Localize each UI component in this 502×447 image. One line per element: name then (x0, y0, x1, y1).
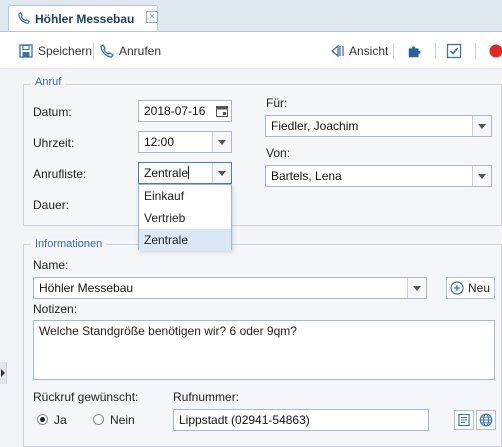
call-list-value: Zentrale (144, 166, 189, 180)
plugin-button[interactable] (407, 43, 423, 59)
anruf-group (23, 84, 502, 226)
call-label: Anrufen (119, 44, 162, 58)
red-circle-icon (489, 44, 502, 58)
save-button[interactable]: Speichern (18, 43, 92, 59)
phone-label: Rufnummer: (173, 390, 240, 404)
puzzle-icon (408, 46, 421, 58)
chevron-down-icon[interactable] (472, 116, 491, 136)
option-einkauf[interactable]: Einkauf (139, 185, 231, 207)
radio-yes[interactable] (37, 414, 48, 425)
document-icon (458, 413, 470, 427)
checkbox-icon (446, 43, 462, 59)
call-list-dropdown: Einkauf Vertrieb Zentrale (138, 184, 232, 251)
chevron-down-icon[interactable] (472, 166, 491, 186)
toolbar-divider (435, 43, 436, 59)
toolbar-divider (93, 43, 94, 59)
toolbar-divider (393, 43, 394, 59)
duration-label: Dauer: (33, 198, 70, 212)
time-label: Uhrzeit: (33, 136, 75, 150)
phone-value: Lippstadt (02941-54863) (179, 413, 310, 427)
phone-icon (100, 44, 114, 58)
for-select[interactable]: Fiedler, Joachim (265, 115, 492, 137)
new-button-label: Neu (468, 281, 491, 295)
info-legend: Informationen (31, 238, 107, 250)
toolbar: Speichern Anrufen Ansicht (0, 32, 502, 69)
for-value: Fiedler, Joachim (271, 119, 359, 133)
notes-value: Welche Standgröße benötigen wir? 6 oder … (39, 324, 297, 338)
tab-hoehler-messebau[interactable]: Höhler Messebau × (8, 5, 158, 31)
from-select[interactable]: Bartels, Lena (265, 165, 492, 187)
time-value: 12:00 (144, 135, 175, 149)
tab-strip: Höhler Messebau × (0, 0, 502, 32)
from-value: Bartels, Lena (271, 169, 342, 183)
chevron-down-icon[interactable] (212, 132, 231, 152)
name-label: Name: (33, 258, 69, 272)
notes-textarea[interactable]: Welche Standgröße benötigen wir? 6 oder … (33, 320, 495, 380)
globe-icon (479, 413, 493, 427)
radio-yes-label: Ja (54, 413, 67, 427)
date-value: 2018-07-16 (144, 104, 206, 118)
date-field[interactable]: 2018-07-16 (138, 100, 232, 122)
phone-icon (18, 11, 31, 24)
from-label: Von: (266, 146, 291, 160)
delete-button[interactable] (488, 43, 502, 59)
chevron-down-icon[interactable] (212, 163, 231, 183)
tab-title: Höhler Messebau (35, 12, 135, 26)
new-button[interactable]: Neu (446, 277, 495, 299)
calendar-icon[interactable] (216, 105, 228, 117)
check-button[interactable] (446, 43, 462, 59)
toolbar-divider (475, 43, 476, 59)
call-list-label: Anrufliste: (33, 167, 87, 181)
call-list-select[interactable]: Zentrale (138, 162, 232, 184)
close-icon[interactable]: × (146, 11, 158, 23)
option-zentrale[interactable]: Zentrale (139, 229, 231, 251)
card-button[interactable] (454, 410, 474, 430)
text-cursor (188, 166, 190, 179)
save-icon (19, 44, 33, 58)
save-label: Speichern (38, 44, 93, 58)
view-label: Ansicht (349, 44, 389, 58)
notes-label: Notizen: (33, 302, 78, 316)
for-label: Für: (266, 96, 288, 110)
view-button[interactable]: Ansicht (329, 43, 388, 59)
plus-circle-icon (450, 281, 464, 295)
call-button[interactable]: Anrufen (99, 43, 161, 59)
time-select[interactable]: 12:00 (138, 131, 232, 153)
date-label: Datum: (33, 105, 72, 119)
option-vertrieb[interactable]: Vertrieb (139, 207, 231, 229)
anruf-legend: Anruf (31, 76, 66, 88)
collapse-grip[interactable] (0, 362, 7, 384)
radio-no-label: Nein (110, 413, 135, 427)
web-button[interactable] (476, 410, 496, 430)
chevron-down-icon[interactable] (407, 278, 426, 298)
back-arrow-icon (330, 44, 344, 58)
callback-label: Rückruf gewünscht: (33, 390, 139, 404)
name-value: Höhler Messebau (39, 281, 134, 295)
phone-field[interactable]: Lippstadt (02941-54863) (173, 409, 429, 431)
name-select[interactable]: Höhler Messebau (33, 277, 427, 299)
radio-no[interactable] (93, 414, 104, 425)
